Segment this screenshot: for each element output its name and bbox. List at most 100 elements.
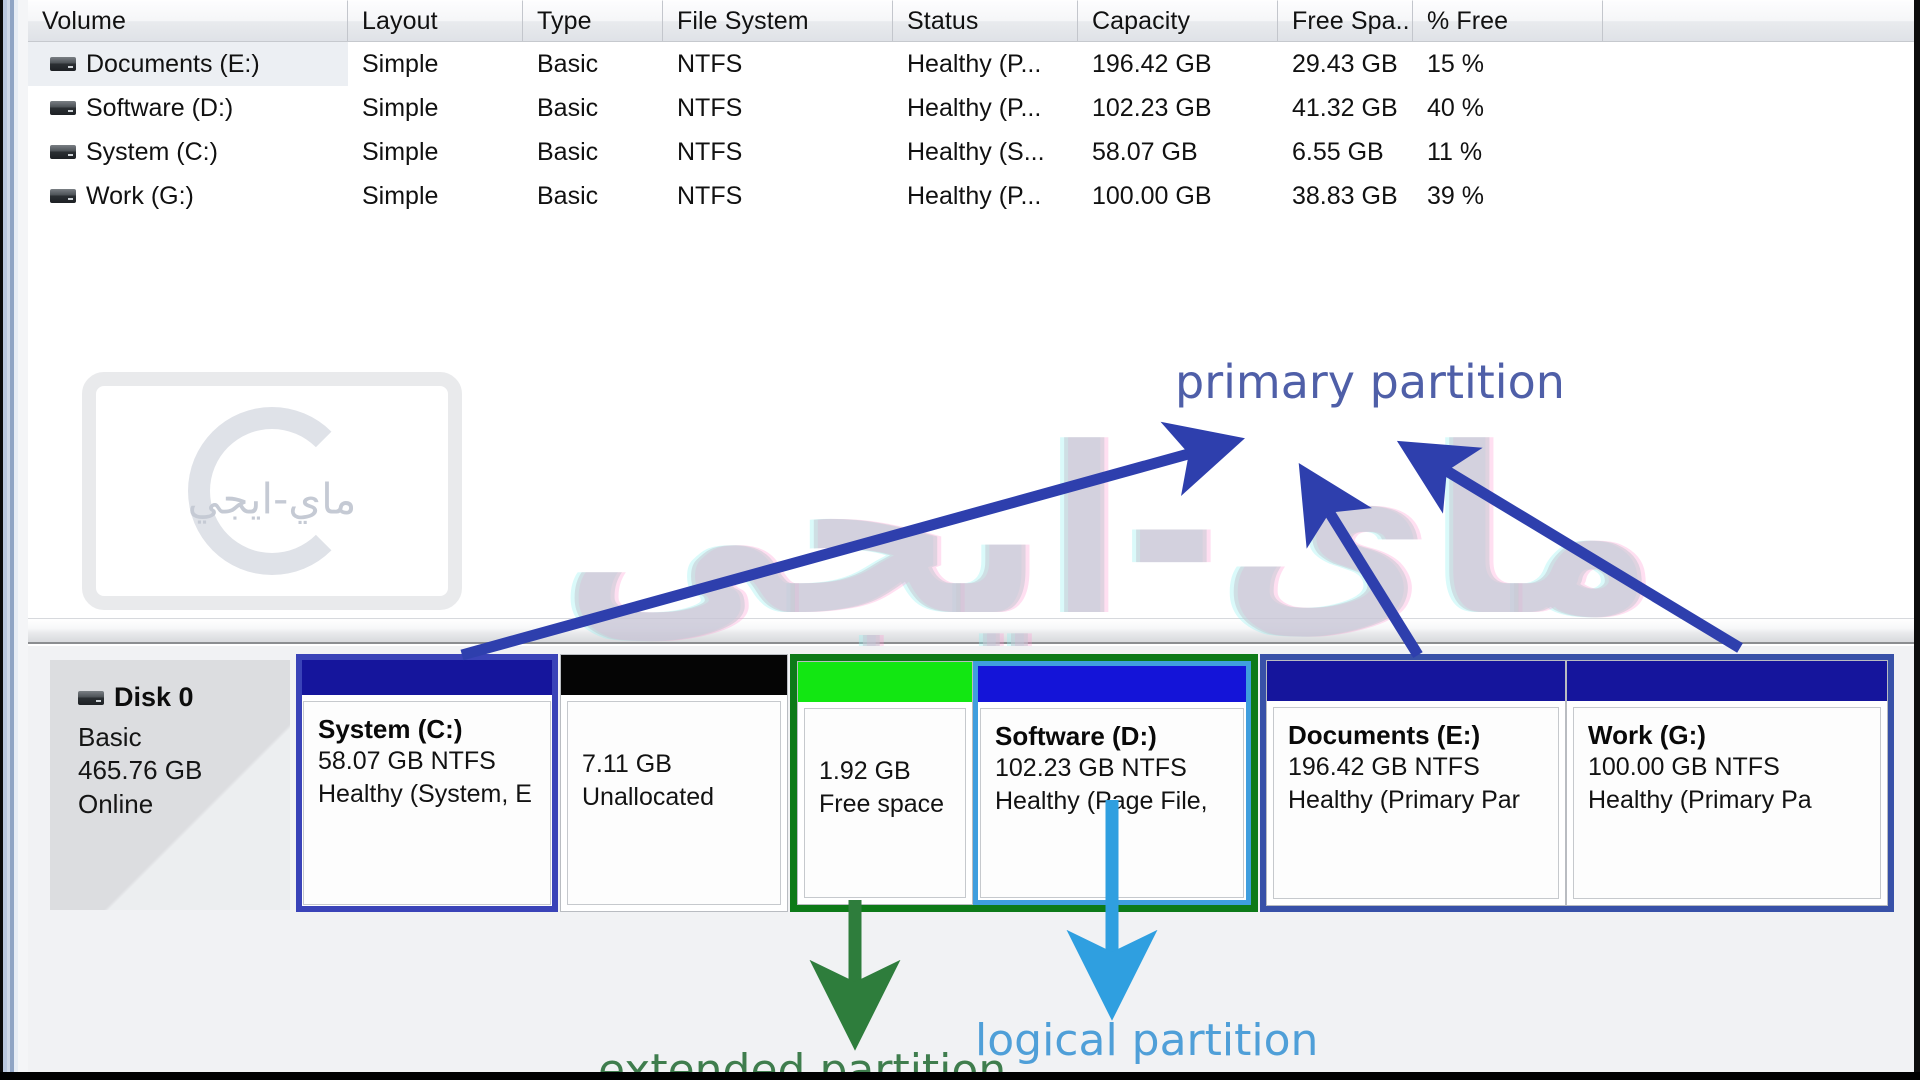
partition-name-spacer <box>819 721 965 755</box>
partition-capacity-bar <box>974 662 1250 702</box>
partition-status: Free space <box>819 789 945 818</box>
partition-size: 196.42 GB NTFS <box>1288 753 1480 781</box>
disk-icon <box>78 690 104 705</box>
pane-splitter[interactable] <box>28 618 1920 644</box>
column-header-spacer[interactable] <box>1603 0 1920 41</box>
primary-partition-group[interactable]: Documents (E:) 196.42 GB NTFS Healthy (Pri… <box>1260 654 1894 912</box>
disk-title-label: Disk 0 <box>114 682 194 712</box>
graphical-disk-view: Disk 0 Basic 465.76 GB Online System (C:… <box>28 646 1920 1080</box>
cell-file-system: NTFS <box>677 181 743 210</box>
volume-label: System (C:) <box>86 137 218 166</box>
volume-label: Work (G:) <box>86 181 194 210</box>
partition-size: 1.92 GB <box>819 757 911 785</box>
partition-details: 7.11 GB Unallocated <box>567 701 781 905</box>
disk-size: 465.76 GB <box>78 755 203 786</box>
partition-size: 7.11 GB <box>582 750 672 778</box>
volume-list-body: Documents (E:) Simple Basic NTFS Healthy (P.… <box>28 42 1920 218</box>
partition-size: 102.23 GB NTFS <box>995 754 1187 782</box>
partition-size: 58.07 GB NTFS <box>318 747 496 775</box>
cell-free-space: 41.32 GB <box>1292 93 1398 122</box>
cell-type: Basic <box>537 181 599 210</box>
cell-percent-free: 11 % <box>1427 137 1483 166</box>
volume-label: Software (D:) <box>86 93 234 122</box>
window-bottom-edge <box>0 1072 1920 1080</box>
table-row[interactable]: Work (G:) Simple Basic NTFS Healthy (P... 100… <box>28 174 1920 218</box>
partition-system-c[interactable]: System (C:) 58.07 GB NTFS Healthy (System,… <box>296 654 558 912</box>
partition-status: Healthy (Page File, <box>995 786 1208 815</box>
partition-capacity-bar <box>798 662 972 702</box>
cell-status: Healthy (P... <box>907 181 1042 210</box>
watermark-logo-text: ماي-ايجي <box>187 474 357 524</box>
volume-icon <box>50 101 76 115</box>
cell-free-space: 29.43 GB <box>1292 49 1398 78</box>
partition-status: Healthy (System, E <box>318 779 532 808</box>
disk-management-window: Volume Layout Type File System Status Capacit… <box>0 0 1920 1080</box>
column-header-type[interactable]: Type <box>523 0 663 41</box>
cell-capacity: 100.00 GB <box>1092 181 1212 210</box>
partition-details: 1.92 GB Free space <box>804 708 966 898</box>
table-row[interactable]: System (C:) Simple Basic NTFS Healthy (S... 5… <box>28 130 1920 174</box>
column-header-capacity[interactable]: Capacity <box>1078 0 1278 41</box>
volume-icon <box>50 145 76 159</box>
partition-name-spacer <box>582 714 780 748</box>
cell-file-system: NTFS <box>677 137 743 166</box>
cell-type: Basic <box>537 93 599 122</box>
partition-software-d[interactable]: Software (D:) 102.23 GB NTFS Healthy (Page… <box>973 661 1251 905</box>
cell-status: Healthy (S... <box>907 137 1045 166</box>
cell-layout: Simple <box>362 93 439 122</box>
watermark-logo: ماي-ايجي <box>82 372 462 610</box>
cell-file-system: NTFS <box>677 49 743 78</box>
disk-type: Basic <box>78 722 142 752</box>
cell-capacity: 102.23 GB <box>1092 93 1212 122</box>
partition-strip: System (C:) 58.07 GB NTFS Healthy (System,… <box>296 654 1896 912</box>
window-left-chrome-inner <box>18 0 28 1080</box>
column-header-volume[interactable]: Volume <box>28 0 348 41</box>
partition-work-g[interactable]: Work (G:) 100.00 GB NTFS Healthy (Primary … <box>1566 660 1888 906</box>
cell-file-system: NTFS <box>677 93 743 122</box>
cell-layout: Simple <box>362 49 439 78</box>
disk-info-block[interactable]: Disk 0 Basic 465.76 GB Online <box>50 660 290 910</box>
table-row[interactable]: Documents (E:) Simple Basic NTFS Healthy (P.… <box>28 42 1920 86</box>
partition-capacity-bar <box>297 655 557 695</box>
window-right-edge <box>1914 0 1920 1080</box>
partition-status: Unallocated <box>582 782 715 811</box>
partition-documents-e[interactable]: Documents (E:) 196.42 GB NTFS Healthy (Pri… <box>1266 660 1566 906</box>
partition-status: Healthy (Primary Par <box>1288 785 1520 814</box>
partition-details: Software (D:) 102.23 GB NTFS Healthy (Page… <box>980 708 1244 898</box>
column-header-status[interactable]: Status <box>893 0 1078 41</box>
partition-free-space[interactable]: 1.92 GB Free space <box>797 661 973 905</box>
column-header-file-system[interactable]: File System <box>663 0 893 41</box>
partition-capacity-bar <box>1267 661 1565 701</box>
table-row[interactable]: Software (D:) Simple Basic NTFS Healthy (P..… <box>28 86 1920 130</box>
partition-name: System (C:) <box>318 714 463 744</box>
cell-percent-free: 40 % <box>1427 93 1484 122</box>
volume-icon <box>50 189 76 203</box>
extended-partition-group[interactable]: 1.92 GB Free space Software (D:) 102.23 GB … <box>790 654 1258 912</box>
partition-details: Work (G:) 100.00 GB NTFS Healthy (Primary … <box>1573 707 1881 899</box>
annotation-logical-partition: logical partition <box>975 1015 1319 1066</box>
volume-icon <box>50 57 76 71</box>
column-header-free[interactable]: % Free <box>1413 0 1603 41</box>
partition-name: Documents (E:) <box>1288 720 1481 750</box>
cell-capacity: 58.07 GB <box>1092 137 1198 166</box>
partition-name: Software (D:) <box>995 721 1157 751</box>
cell-percent-free: 15 % <box>1427 49 1484 78</box>
volume-list-header: Volume Layout Type File System Status Capacit… <box>28 0 1920 42</box>
disk-state: Online <box>78 788 154 819</box>
cell-status: Healthy (P... <box>907 49 1042 78</box>
partition-capacity-bar <box>1567 661 1887 701</box>
cell-layout: Simple <box>362 181 439 210</box>
cell-status: Healthy (P... <box>907 93 1042 122</box>
cell-volume: Documents (E:) <box>28 42 348 86</box>
cell-volume: Software (D:) <box>28 86 348 130</box>
window-left-chrome <box>0 0 28 1080</box>
cell-layout: Simple <box>362 137 439 166</box>
cell-capacity: 196.42 GB <box>1092 49 1212 78</box>
cell-free-space: 6.55 GB <box>1292 137 1384 166</box>
column-header-layout[interactable]: Layout <box>348 0 523 41</box>
cell-type: Basic <box>537 137 599 166</box>
cell-volume: Work (G:) <box>28 174 348 218</box>
cell-type: Basic <box>537 49 599 78</box>
column-header-free-spa[interactable]: Free Spa... <box>1278 0 1413 41</box>
partition-unallocated[interactable]: 7.11 GB Unallocated <box>560 654 788 912</box>
